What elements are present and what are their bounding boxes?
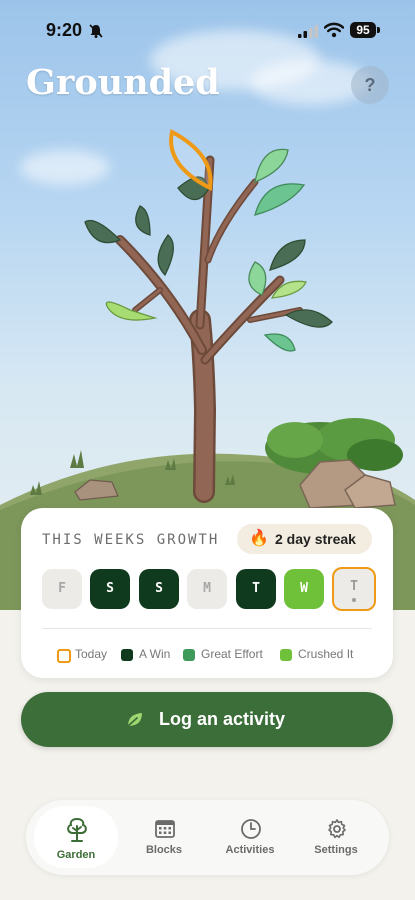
leaf-icon <box>127 713 142 727</box>
day-saturday[interactable]: S <box>90 569 130 609</box>
battery-level: 95 <box>350 22 376 38</box>
weekly-growth-title: THIS WEEKS GROWTH <box>42 532 220 548</box>
streak-label: 2 day streak <box>275 531 356 547</box>
tab-label-settings: Settings <box>314 844 358 856</box>
legend-swatch-crushed <box>280 649 292 661</box>
garden-screen: 9:20 95 Grounded ? THIS WEEKS GROWTH 🔥 2… <box>0 0 415 900</box>
status-bar: 9:20 95 <box>0 0 415 62</box>
day-sunday[interactable]: S <box>139 569 179 609</box>
cell-signal-icon <box>298 25 318 38</box>
battery-indicator: 95 <box>350 22 380 38</box>
day-tuesday[interactable]: T <box>236 569 276 609</box>
clock-icon <box>241 819 261 839</box>
calendar-grid-icon <box>155 820 175 838</box>
battery-tip <box>377 27 380 33</box>
log-activity-button[interactable]: Log an activity <box>21 692 393 747</box>
tab-label-blocks: Blocks <box>145 844 183 856</box>
log-activity-label: Log an activity <box>159 709 286 729</box>
tab-blocks[interactable]: Blocks <box>122 808 206 868</box>
legend-label-win: A Win <box>139 647 171 661</box>
wifi-icon <box>324 22 344 38</box>
tab-settings[interactable]: Settings <box>294 808 378 868</box>
day-friday[interactable]: F <box>42 569 82 609</box>
legend-label-crushed: Crushed It <box>298 647 354 661</box>
day-thursday-today[interactable]: T <box>332 567 376 611</box>
gear-icon <box>328 819 346 839</box>
app-title: Grounded <box>26 62 220 103</box>
card-divider <box>42 628 372 629</box>
today-letter: T <box>350 579 358 594</box>
tree-icon <box>67 817 87 842</box>
bell-muted-icon <box>89 24 103 38</box>
status-time: 9:20 <box>46 20 83 40</box>
help-button[interactable]: ? <box>351 66 389 104</box>
day-monday[interactable]: M <box>187 569 227 609</box>
legend-swatch-today <box>57 649 71 663</box>
legend-label-great-effort: Great Effort <box>201 647 263 661</box>
tab-bar: Garden Blocks Activities Settings <box>26 800 389 875</box>
weekly-growth-card: THIS WEEKS GROWTH 🔥 2 day streak F S S M… <box>21 508 393 678</box>
today-dot <box>352 598 356 602</box>
legend-label-today: Today <box>75 647 108 661</box>
legend-swatch-win <box>121 649 133 661</box>
day-wednesday[interactable]: W <box>284 569 324 609</box>
streak-badge: 🔥 2 day streak <box>237 524 372 554</box>
tab-label-activities: Activities <box>225 844 275 856</box>
tab-garden[interactable]: Garden <box>34 806 118 868</box>
legend-swatch-great-effort <box>183 649 195 661</box>
tab-activities[interactable]: Activities <box>208 808 292 868</box>
fire-icon: 🔥 <box>249 530 269 547</box>
tab-label-garden: Garden <box>56 849 96 861</box>
